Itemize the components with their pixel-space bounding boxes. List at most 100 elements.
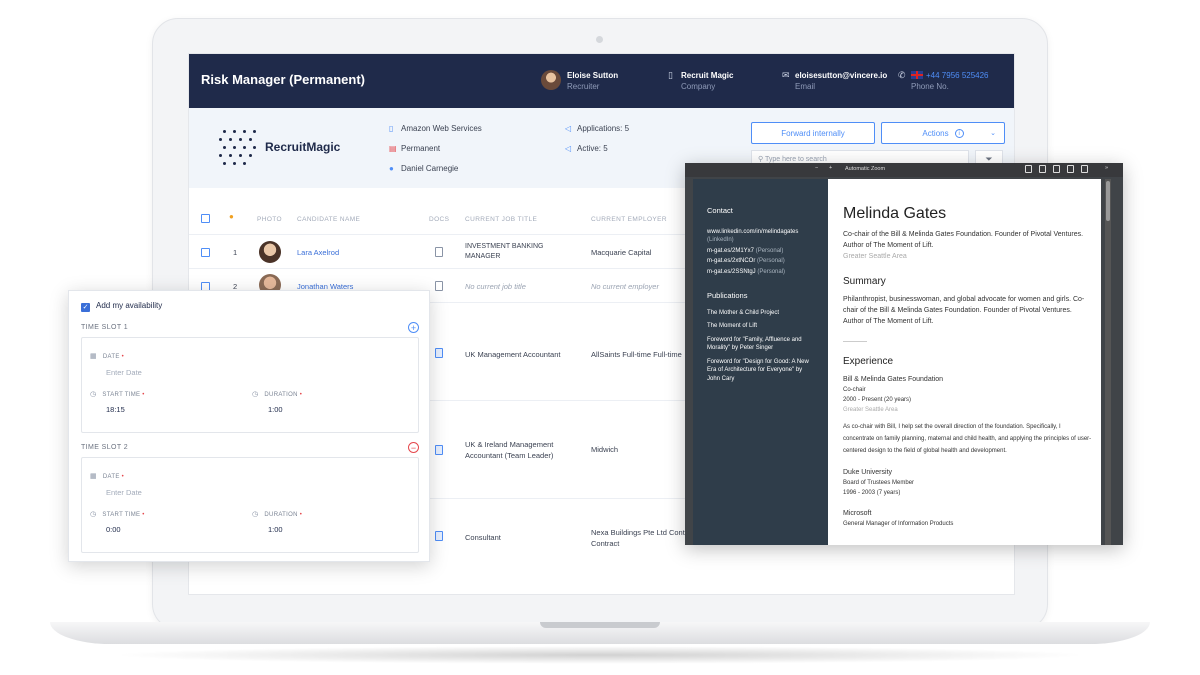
cv-link[interactable]: m-gat.es/2SSNtgJ (Personal)	[707, 268, 814, 277]
tools-icon[interactable]: »	[1105, 165, 1108, 171]
zoom-select[interactable]: Automatic Zoom	[845, 166, 885, 172]
check-icon[interactable]: ✓	[81, 303, 90, 312]
cv-link[interactable]: www.linkedin.com/in/melindagates (LinkedI…	[707, 228, 814, 245]
row-number: 1	[233, 248, 238, 257]
download-icon[interactable]	[1067, 165, 1074, 173]
owner-item[interactable]: ● Daniel Carnegie	[389, 164, 458, 173]
exp-role: General Manager of Information Products	[843, 521, 954, 527]
calendar-icon: ▦	[90, 473, 97, 480]
recruiter-name: Eloise Sutton	[567, 71, 619, 80]
row-checkbox[interactable]	[201, 248, 210, 257]
megaphone-icon: ◁	[565, 124, 572, 133]
laptop-notch	[540, 622, 660, 628]
company-name: Recruit Magic	[681, 71, 734, 80]
zoom-out-icon[interactable]: −	[815, 165, 818, 171]
zoom-in-icon[interactable]: +	[829, 165, 832, 171]
experience-heading: Experience	[843, 356, 894, 367]
job-title: No current job title	[465, 282, 526, 291]
job-title: Consultant	[465, 533, 501, 542]
clock-icon: ◷	[252, 511, 259, 518]
document-icon[interactable]	[435, 531, 443, 541]
recruiter-avatar[interactable]	[541, 70, 561, 90]
exp-description: As co-chair with Bill, I help set the ov…	[843, 424, 1092, 454]
duration-label: ◷ DURATION •	[252, 391, 303, 398]
document-icon[interactable]	[435, 348, 443, 358]
start-time-input[interactable]: 0:00	[106, 525, 121, 534]
uk-flag-icon	[911, 71, 923, 79]
exp-org: Bill & Melinda Gates Foundation	[843, 376, 943, 383]
publication-item: The Moment of Lift	[707, 323, 758, 329]
exp-dates: 1996 - 2003 (7 years)	[843, 490, 901, 496]
publication-item: Foreword for "Family, Affluence and Mora…	[707, 336, 802, 352]
scroll-thumb[interactable]	[1106, 181, 1110, 221]
start-time-label: ◷ START TIME •	[90, 511, 145, 518]
exp-role: Co-chair	[843, 387, 866, 393]
date-input[interactable]: Enter Date	[106, 368, 142, 377]
building-icon: ▯	[389, 124, 394, 133]
cv-pdf-viewer: − + Automatic Zoom » Contact www.linkedi…	[685, 163, 1123, 545]
open-file-icon[interactable]	[1039, 165, 1046, 173]
divider	[843, 341, 867, 342]
email-address: eloisesutton@vincere.io	[795, 71, 888, 80]
info-icon: i	[954, 128, 964, 138]
time-slot-2: ▦ DATE • Enter Date ◷ START TIME • 0:00 ◷ D…	[81, 457, 419, 553]
duration-input[interactable]: 1:00	[268, 525, 283, 534]
pdf-scrollbar[interactable]	[1105, 179, 1111, 545]
exp-org: Duke University	[843, 469, 893, 476]
bookmark-icon[interactable]	[1081, 165, 1088, 173]
remove-slot-icon[interactable]: −	[408, 442, 419, 453]
cv-link[interactable]: m-gat.es/2M1Yx7 (Personal)	[707, 247, 814, 256]
add-slot-icon[interactable]: +	[408, 322, 419, 333]
availability-toggle[interactable]: ✓ Add my availability	[81, 301, 162, 312]
phone-info[interactable]: ✆ +44 7956 525426 Phone No.	[898, 70, 989, 92]
header-candidate-name[interactable]: CANDIDATE NAME	[297, 216, 360, 223]
header-docs: DOCS	[429, 216, 450, 223]
building-icon: ▯	[668, 70, 673, 80]
applications-count: ◁ Applications: 5	[565, 124, 630, 133]
cv-link[interactable]: m-gat.es/2xtNCOr (Personal)	[707, 257, 814, 266]
date-input[interactable]: Enter Date	[106, 488, 142, 497]
header-photo: PHOTO	[257, 216, 282, 223]
job-type-item: ▤ Permanent	[389, 144, 441, 153]
company-info[interactable]: ▯ Recruit Magic Company	[668, 70, 734, 92]
job-title: INVESTMENT BANKING MANAGER	[465, 243, 544, 260]
header-job-title[interactable]: CURRENT JOB TITLE	[465, 216, 537, 223]
recruiter-info[interactable]: Eloise Sutton Recruiter	[567, 70, 618, 92]
recruiter-role: Recruiter	[567, 82, 600, 91]
document-icon[interactable]	[435, 445, 443, 455]
calendar-icon: ▦	[90, 353, 97, 360]
publication-item: The Mother & Child Project	[707, 309, 780, 316]
email-label: Email	[795, 82, 816, 91]
start-time-input[interactable]: 18:15	[106, 405, 125, 414]
job-title: Risk Manager (Permanent)	[201, 72, 365, 87]
employer: AllSaints Full-time Full-time	[591, 350, 682, 359]
phone-number: +44 7956 525426	[926, 71, 989, 80]
recruitmagic-logo-icon	[219, 128, 259, 166]
document-icon[interactable]	[435, 247, 443, 257]
forward-internally-button[interactable]: Forward internally	[751, 122, 875, 144]
select-all-checkbox[interactable]	[201, 214, 210, 223]
user-icon: ●	[389, 164, 394, 173]
time-slot-1-label: TIME SLOT 1	[81, 324, 129, 331]
candidate-name[interactable]: Lara Axelrod	[297, 248, 339, 257]
job-title: UK Management Accountant	[465, 350, 561, 359]
email-info[interactable]: ✉ eloisesutton@vincere.io Email	[782, 70, 888, 92]
pdf-toolbar: − + Automatic Zoom »	[685, 163, 1123, 177]
header-employer[interactable]: CURRENT EMPLOYER	[591, 216, 667, 223]
cv-main: Melinda Gates Co-chair of the Bill & Mel…	[843, 205, 1093, 529]
job-header: Risk Manager (Permanent) Eloise Sutton R…	[189, 54, 1014, 108]
time-slot-1: ▦ DATE • Enter Date ◷ START TIME • 18:15 ◷…	[81, 337, 419, 433]
company-label: Company	[681, 82, 716, 91]
fullscreen-icon[interactable]	[1025, 165, 1032, 173]
duration-input[interactable]: 1:00	[268, 405, 283, 414]
cv-tagline: Co-chair of the Bill & Melinda Gates Fou…	[843, 231, 1084, 249]
actions-button[interactable]: Actions i ⌄	[881, 122, 1005, 144]
document-icon[interactable]	[435, 281, 443, 291]
cv-sidebar: Contact www.linkedin.com/in/melindagates…	[693, 179, 828, 545]
print-icon[interactable]	[1053, 165, 1060, 173]
client-item[interactable]: ▯ Amazon Web Services	[389, 124, 482, 133]
logo-text: RecruitMagic	[265, 140, 341, 154]
employer: Macquarie Capital	[591, 248, 652, 257]
summary-text: Philanthropist, businesswoman, and globa…	[843, 296, 1085, 325]
cv-name: Melinda Gates	[843, 205, 947, 222]
